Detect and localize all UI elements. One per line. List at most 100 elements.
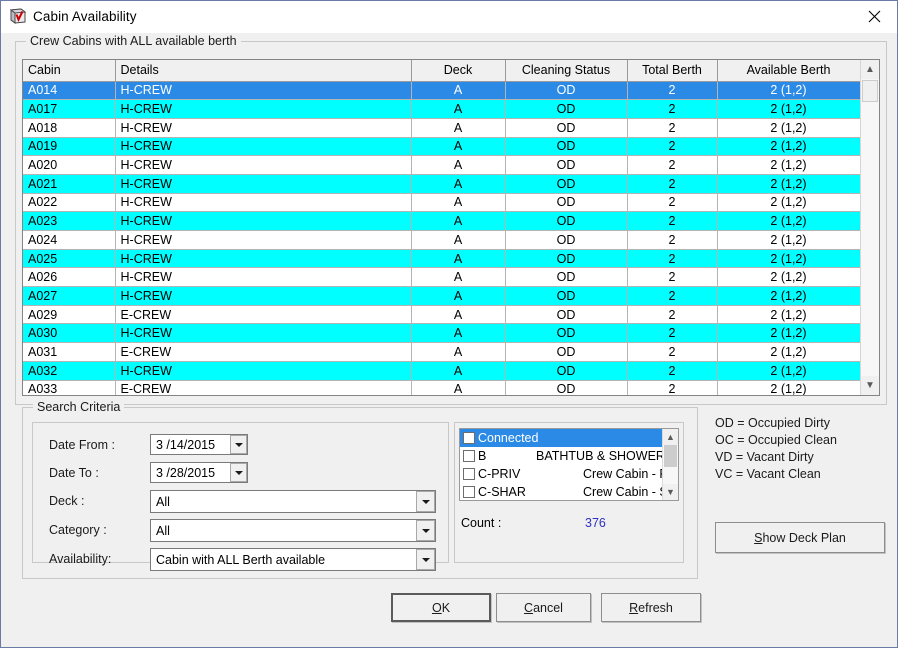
close-icon[interactable] xyxy=(851,1,897,32)
list-item[interactable]: C-PRIV Crew Cabin - Pri xyxy=(460,465,678,483)
cell-total-berth: 2 xyxy=(627,267,718,288)
checkbox-icon[interactable] xyxy=(463,432,475,444)
cell-deck: A xyxy=(411,249,506,269)
checkbox-icon[interactable] xyxy=(463,468,475,480)
cabin-availability-window: Cabin Availability Crew Cabins with ALL … xyxy=(0,0,898,648)
feature-list-scrollbar[interactable]: ▲ ▼ xyxy=(662,429,678,500)
table-row[interactable]: A023 H-CREW A OD 2 2 (1,2) xyxy=(23,211,861,231)
cell-deck: A xyxy=(411,305,506,325)
availability-value: Cabin with ALL Berth available xyxy=(156,552,326,567)
deck-chevron-down-icon[interactable] xyxy=(416,491,435,512)
cell-details: H-CREW xyxy=(115,155,412,175)
cell-total-berth: 2 xyxy=(627,81,718,101)
cell-details: H-CREW xyxy=(115,137,412,157)
cell-cleaning-status: OD xyxy=(505,99,628,119)
column-header-details[interactable]: Details xyxy=(115,60,412,82)
table-row[interactable]: A017 H-CREW A OD 2 2 (1,2) xyxy=(23,99,861,119)
column-header-available-berth[interactable]: Available Berth xyxy=(717,60,861,82)
feature-scroll-thumb[interactable] xyxy=(664,445,677,467)
cell-cabin: A027 xyxy=(23,286,116,306)
column-header-deck[interactable]: Deck xyxy=(411,60,506,82)
grid-vertical-scrollbar[interactable]: ▲ ▼ xyxy=(860,60,879,395)
feature-scroll-up-icon[interactable]: ▲ xyxy=(663,429,678,445)
cell-cleaning-status: OD xyxy=(505,155,628,175)
table-row[interactable]: A020 H-CREW A OD 2 2 (1,2) xyxy=(23,155,861,175)
table-row[interactable]: A025 H-CREW A OD 2 2 (1,2) xyxy=(23,249,861,269)
list-item[interactable]: B BATHTUB & SHOWER xyxy=(460,447,678,465)
availability-chevron-down-icon[interactable] xyxy=(416,549,435,570)
grid-scroll-thumb[interactable] xyxy=(862,80,878,102)
cell-cleaning-status: OD xyxy=(505,380,628,395)
category-value: All xyxy=(156,523,170,538)
date-from-dropdown-icon[interactable] xyxy=(230,435,247,454)
cell-details: H-CREW xyxy=(115,211,412,231)
deck-select[interactable]: All xyxy=(150,490,436,513)
table-row[interactable]: A033 E-CREW A OD 2 2 (1,2) xyxy=(23,380,861,395)
table-row[interactable]: A022 H-CREW A OD 2 2 (1,2) xyxy=(23,193,861,213)
table-row[interactable]: A014 H-CREW A OD 2 2 (1,2) xyxy=(23,81,861,101)
cell-cabin: A030 xyxy=(23,323,116,344)
list-item[interactable]: C-SHAR Crew Cabin - Sh xyxy=(460,483,678,500)
show-deck-plan-accel: S xyxy=(754,530,763,545)
cancel-button[interactable]: Cancel xyxy=(496,593,591,622)
cell-cleaning-status: OD xyxy=(505,211,628,231)
cell-cabin: A031 xyxy=(23,342,116,362)
table-row[interactable]: A031 E-CREW A OD 2 2 (1,2) xyxy=(23,342,861,362)
date-to-input[interactable]: 3 /28/2015 xyxy=(150,462,248,483)
feature-scroll-down-icon[interactable]: ▼ xyxy=(663,484,678,500)
table-row[interactable]: A024 H-CREW A OD 2 2 (1,2) xyxy=(23,230,861,250)
cell-total-berth: 2 xyxy=(627,361,718,381)
table-row[interactable]: A032 H-CREW A OD 2 2 (1,2) xyxy=(23,361,861,381)
show-deck-plan-button[interactable]: Show Deck Plan xyxy=(715,522,885,553)
feature-list-items: Connected B BATHTUB & SHOWER C-PRIV Crew Cab… xyxy=(460,429,678,500)
feature-checkbox-list[interactable]: Connected B BATHTUB & SHOWER C-PRIV Crew Cab… xyxy=(459,428,679,501)
checkbox-icon[interactable] xyxy=(463,450,475,462)
table-row[interactable]: A021 H-CREW A OD 2 2 (1,2) xyxy=(23,174,861,194)
cell-total-berth: 2 xyxy=(627,286,718,306)
cell-details: H-CREW xyxy=(115,174,412,194)
cell-cleaning-status: OD xyxy=(505,193,628,213)
table-row[interactable]: A029 E-CREW A OD 2 2 (1,2) xyxy=(23,305,861,325)
cell-deck: A xyxy=(411,230,506,250)
show-deck-plan-label: how Deck Plan xyxy=(762,530,846,545)
deck-value: All xyxy=(156,494,170,509)
scroll-up-icon[interactable]: ▲ xyxy=(861,60,879,79)
availability-select[interactable]: Cabin with ALL Berth available xyxy=(150,548,436,571)
cell-total-berth: 2 xyxy=(627,137,718,157)
window-title: Cabin Availability xyxy=(33,9,137,24)
cell-available-berth: 2 (1,2) xyxy=(717,342,861,362)
checkbox-icon[interactable] xyxy=(463,486,475,498)
table-row[interactable]: A027 H-CREW A OD 2 2 (1,2) xyxy=(23,286,861,306)
feature-code: C-PRIV xyxy=(478,467,521,481)
cabin-grid[interactable]: Cabin Details Deck Cleaning Status Total… xyxy=(22,59,880,396)
feature-code: Connected xyxy=(478,431,539,445)
cell-details: H-CREW xyxy=(115,323,412,344)
cell-cabin: A020 xyxy=(23,155,116,175)
cell-cabin: A021 xyxy=(23,174,116,194)
column-header-cabin[interactable]: Cabin xyxy=(23,60,116,82)
table-row[interactable]: A018 H-CREW A OD 2 2 (1,2) xyxy=(23,118,861,138)
cell-deck: A xyxy=(411,155,506,175)
search-fields-panel: Date From : 3 /14/2015 Date To : 3 /28/2… xyxy=(32,422,449,571)
cell-deck: A xyxy=(411,267,506,288)
cell-deck: A xyxy=(411,99,506,119)
table-row[interactable]: A026 H-CREW A OD 2 2 (1,2) xyxy=(23,267,861,288)
category-chevron-down-icon[interactable] xyxy=(416,520,435,541)
list-item[interactable]: Connected xyxy=(460,429,678,447)
cell-available-berth: 2 (1,2) xyxy=(717,361,861,381)
cell-available-berth: 2 (1,2) xyxy=(717,305,861,325)
ok-button[interactable]: OK xyxy=(391,593,491,622)
date-to-dropdown-icon[interactable] xyxy=(230,463,247,482)
column-header-cleaning-status[interactable]: Cleaning Status xyxy=(505,60,628,82)
cell-cleaning-status: OD xyxy=(505,118,628,138)
table-row[interactable]: A030 H-CREW A OD 2 2 (1,2) xyxy=(23,323,861,344)
cell-total-berth: 2 xyxy=(627,249,718,269)
cell-total-berth: 2 xyxy=(627,193,718,213)
category-select[interactable]: All xyxy=(150,519,436,542)
scroll-down-icon[interactable]: ▼ xyxy=(861,376,879,395)
column-header-total-berth[interactable]: Total Berth xyxy=(627,60,718,82)
table-row[interactable]: A019 H-CREW A OD 2 2 (1,2) xyxy=(23,137,861,157)
cell-details: E-CREW xyxy=(115,305,412,325)
date-from-input[interactable]: 3 /14/2015 xyxy=(150,434,248,455)
refresh-button[interactable]: Refresh xyxy=(601,593,701,622)
